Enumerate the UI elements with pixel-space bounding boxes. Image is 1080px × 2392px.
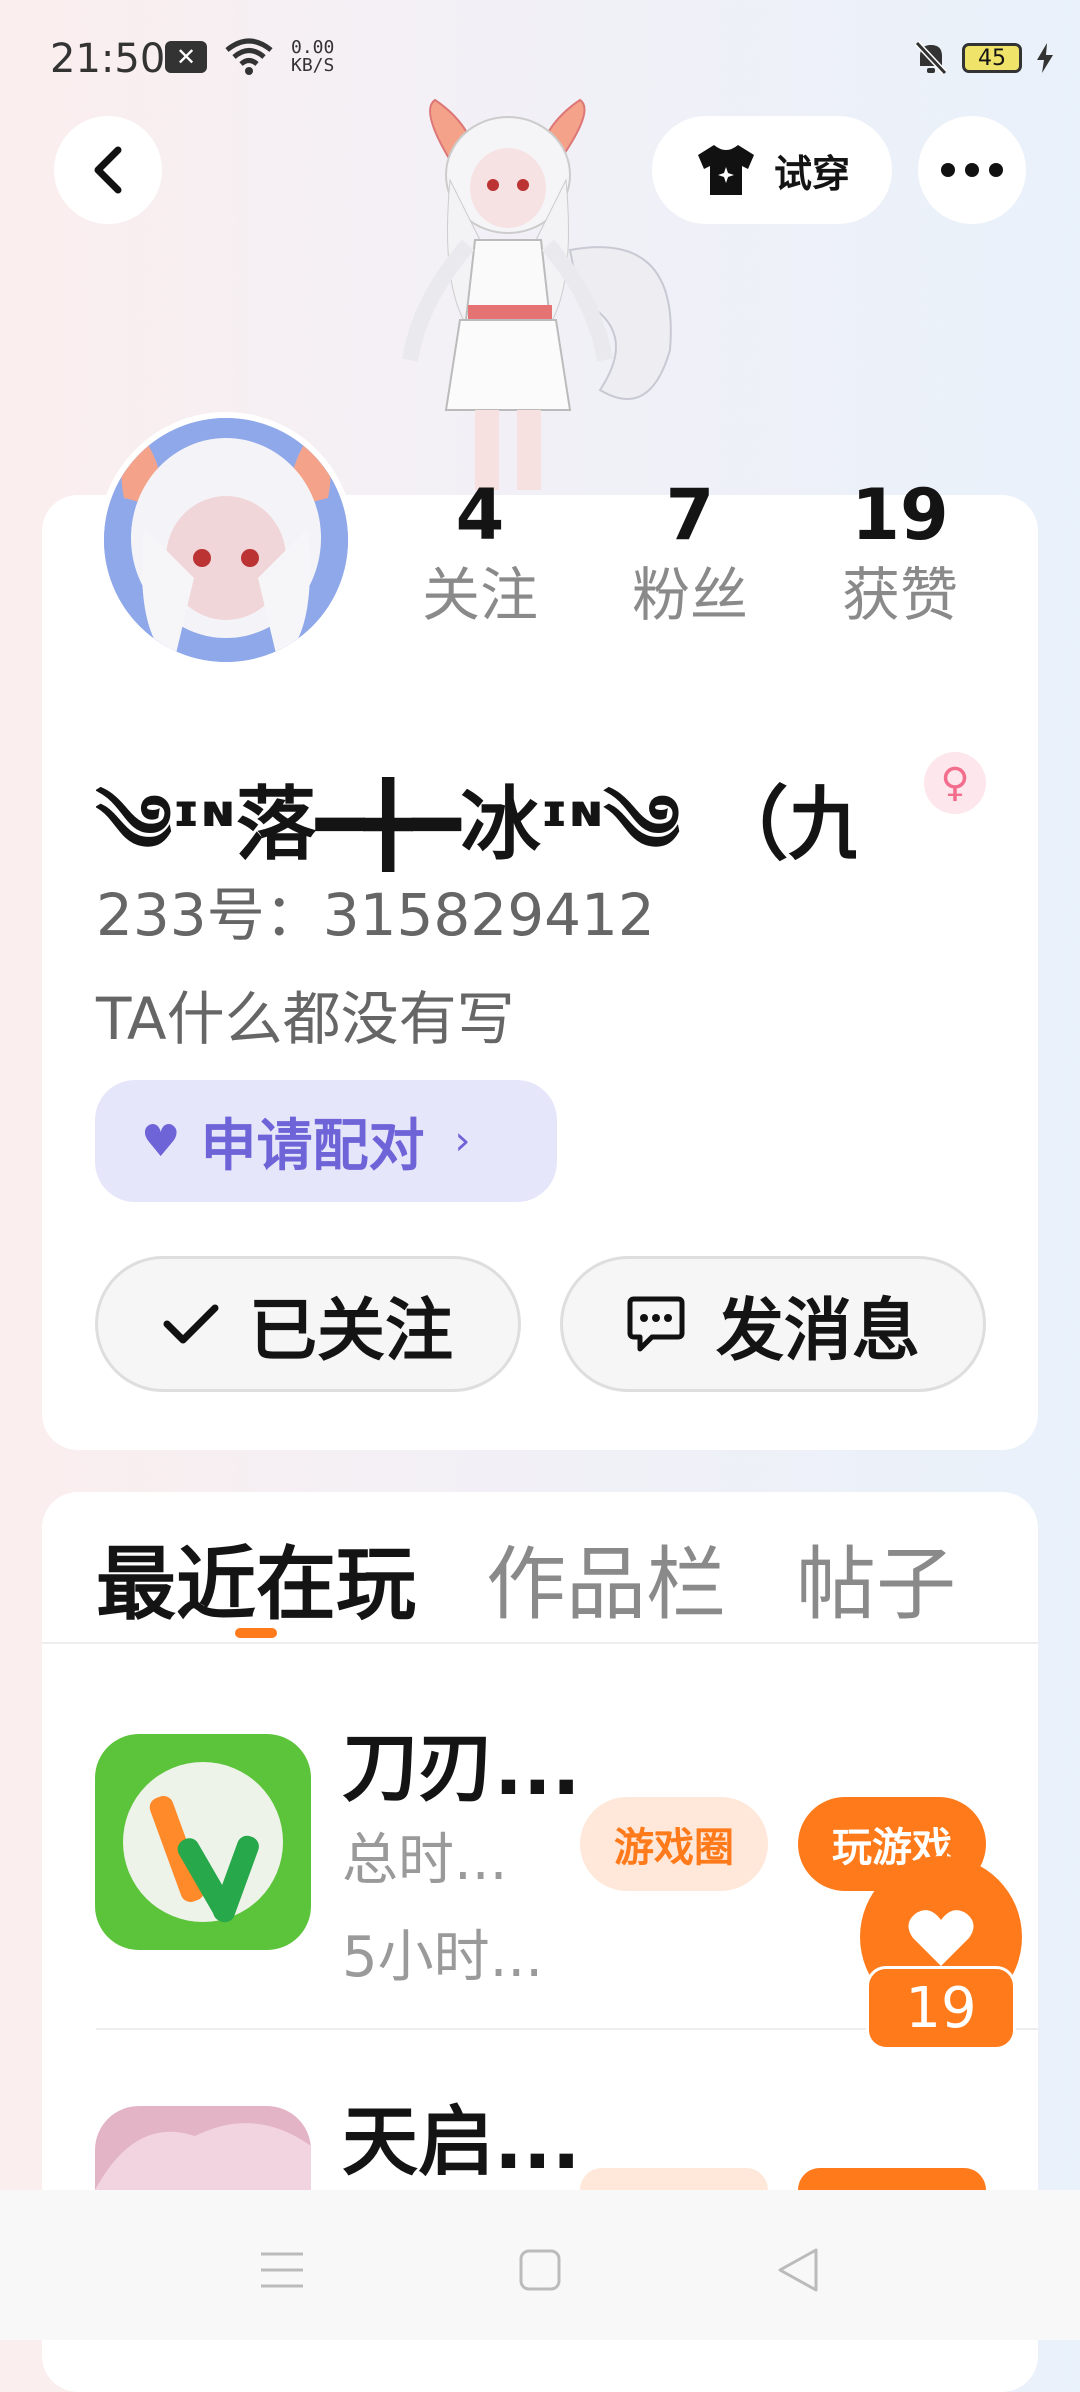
request-match-button[interactable]: ♥ 申请配对 ›	[95, 1080, 557, 1202]
wifi-icon	[225, 38, 273, 75]
stat-label: 获赞	[841, 561, 958, 629]
game-icon-image	[95, 2106, 311, 2190]
game-icon-image	[95, 1734, 311, 1950]
send-message-label: 发消息	[715, 1291, 920, 1371]
status-time: 21:50	[50, 36, 166, 82]
status-icons-right: 45	[914, 40, 1054, 76]
user-id: 233号：315829412	[96, 881, 655, 949]
game-title[interactable]: 天启...	[342, 2080, 581, 2190]
tab-posts[interactable]: 帖子	[796, 1520, 956, 1636]
game-icon[interactable]	[95, 1734, 311, 1950]
stat-value: 7	[665, 474, 715, 556]
stat-value: 19	[851, 474, 949, 556]
followed-button[interactable]: 已关注	[95, 1256, 521, 1392]
square-icon	[519, 2249, 561, 2291]
stat-value: 4	[455, 474, 505, 556]
more-dots-icon	[941, 163, 1003, 177]
chevron-right-icon: ›	[454, 1118, 471, 1164]
charging-icon	[1037, 43, 1053, 73]
notification-icon: ✕	[165, 41, 207, 73]
status-icons-left: ✕ 0.00 KB/S	[165, 38, 334, 76]
menu-icon	[261, 2252, 303, 2288]
tab-divider	[42, 1642, 1038, 1644]
game-circle-button[interactable]	[580, 2168, 768, 2190]
game-duration: 5小时...	[342, 1925, 544, 1990]
menu-nav-button[interactable]	[252, 2240, 312, 2300]
more-button[interactable]	[918, 116, 1026, 224]
network-speed: 0.00 KB/S	[291, 39, 334, 75]
stat-likes[interactable]: 19 获赞	[800, 475, 1000, 635]
bio: TA什么都没有写	[96, 985, 515, 1053]
mute-bell-icon	[914, 40, 948, 76]
try-on-label: 试穿	[773, 151, 850, 196]
avatar[interactable]	[98, 412, 354, 668]
send-message-button[interactable]: 发消息	[560, 1256, 986, 1392]
stat-fans[interactable]: 7 粉丝	[590, 475, 790, 635]
stat-following[interactable]: 4 关注	[380, 475, 580, 635]
network-speed-unit: KB/S	[291, 55, 335, 76]
female-gender-icon: ♀	[924, 752, 986, 814]
heart-icon	[908, 1910, 974, 1966]
back-nav-button[interactable]	[768, 2240, 828, 2300]
request-match-label: 申请配对	[200, 1113, 425, 1179]
profile-tabs: 最近在玩 作品栏 帖子	[96, 1520, 956, 1636]
heart-icon: ♥	[141, 1115, 181, 1167]
active-tab-indicator	[235, 1628, 277, 1638]
game-title[interactable]: 刀刃...	[342, 1706, 581, 1816]
profile-stats: 4 关注 7 粉丝 19 获赞	[380, 475, 1000, 635]
home-nav-button[interactable]	[510, 2240, 570, 2300]
game-icon[interactable]	[95, 2106, 311, 2190]
chat-bubble-icon	[627, 1296, 685, 1352]
back-button[interactable]	[54, 116, 162, 224]
triangle-back-icon	[778, 2248, 818, 2292]
followed-label: 已关注	[248, 1291, 453, 1371]
chevron-left-icon	[94, 146, 122, 194]
play-game-button[interactable]	[798, 2168, 986, 2190]
checkmark-icon	[163, 1304, 219, 1344]
try-on-button[interactable]: 试穿	[652, 116, 892, 224]
game-circle-button[interactable]: 游戏圈	[580, 1797, 768, 1891]
game-total-time-label: 总时...	[342, 1828, 508, 1893]
avatar-image	[104, 418, 348, 662]
tshirt-icon	[697, 145, 754, 195]
stat-label: 粉丝	[631, 561, 748, 629]
tab-recently-played[interactable]: 最近在玩	[96, 1520, 416, 1636]
like-count: 19	[866, 1966, 1016, 2050]
stat-label: 关注	[421, 561, 538, 629]
battery-indicator: 45	[962, 43, 1022, 73]
tab-works[interactable]: 作品栏	[486, 1520, 726, 1636]
